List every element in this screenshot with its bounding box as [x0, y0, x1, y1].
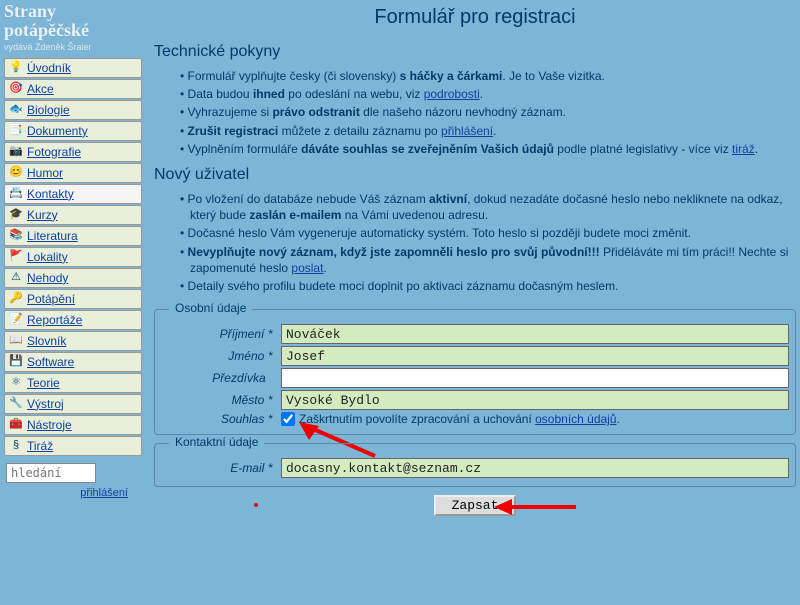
sidebar-item-label[interactable]: Slovník	[27, 334, 66, 348]
firstname-input[interactable]	[281, 346, 789, 366]
nav-icon: §	[9, 439, 23, 452]
link-osobni-udaje[interactable]: osobních údajů	[535, 412, 616, 426]
nav-icon: 📖	[9, 334, 23, 347]
sidebar-item-potápění[interactable]: 🔑 Potápění	[4, 289, 142, 309]
link-prihlaseni[interactable]: přihlášení	[441, 124, 493, 138]
link-podrobnosti[interactable]: podrobosti	[424, 87, 480, 101]
nav-icon: 📑	[9, 124, 23, 137]
nav-list: 💡 Úvodník 🎯 Akce 🐟 Biologie 📑 Dokumenty 📷 Fotogra…	[4, 58, 142, 456]
site-subtitle: vydává Zdeněk Šraier	[4, 42, 142, 52]
sidebar-item-biologie[interactable]: 🐟 Biologie	[4, 100, 142, 120]
nickname-input[interactable]	[281, 368, 789, 388]
sidebar-item-humor[interactable]: 😊 Humor	[4, 163, 142, 183]
sidebar-item-label[interactable]: Kontakty	[27, 187, 74, 201]
sidebar-item-software[interactable]: 💾 Software	[4, 352, 142, 372]
sidebar: Strany potápěčské vydává Zdeněk Šraier 💡…	[0, 0, 142, 518]
sidebar-item-akce[interactable]: 🎯 Akce	[4, 79, 142, 99]
email-input[interactable]	[281, 458, 789, 478]
email-label: E-mail*	[161, 461, 281, 475]
nav-icon: 📇	[9, 187, 23, 200]
tech-heading: Technické pokyny	[154, 43, 796, 61]
nav-icon: 🐟	[9, 103, 23, 116]
consent-checkbox[interactable]	[281, 412, 295, 426]
sidebar-item-literatura[interactable]: 📚 Literatura	[4, 226, 142, 246]
sidebar-item-label[interactable]: Fotografie	[27, 145, 81, 159]
sidebar-item-label[interactable]: Software	[27, 355, 74, 369]
newuser-heading: Nový uživatel	[154, 166, 796, 184]
sidebar-item-label[interactable]: Nástroje	[27, 418, 72, 432]
sidebar-item-label[interactable]: Akce	[27, 82, 54, 96]
nav-icon: 📷	[9, 145, 23, 158]
contact-legend: Kontaktní údaje	[169, 435, 264, 449]
nav-icon: 📚	[9, 229, 23, 242]
contact-fieldset: Kontaktní údaje E-mail*	[154, 443, 796, 487]
nav-icon: 🧰	[9, 418, 23, 431]
sidebar-item-reportáže[interactable]: 📝 Reportáže	[4, 310, 142, 330]
nav-icon: 🔑	[9, 292, 23, 305]
sidebar-item-nástroje[interactable]: 🧰 Nástroje	[4, 415, 142, 435]
link-tiraz[interactable]: tiráž	[732, 142, 755, 156]
search-input[interactable]	[6, 463, 96, 483]
firstname-label: Jméno*	[161, 349, 281, 363]
consent-label: Souhlas*	[161, 412, 281, 426]
nav-icon: 🎯	[9, 82, 23, 95]
nav-icon: 💾	[9, 355, 23, 368]
sidebar-item-label[interactable]: Reportáže	[27, 313, 82, 327]
personal-legend: Osobní údaje	[169, 301, 252, 315]
consent-text: Zaškrtnutím povolíte zpracování a uchová…	[299, 412, 620, 426]
sidebar-item-slovník[interactable]: 📖 Slovník	[4, 331, 142, 351]
sidebar-item-label[interactable]: Kurzy	[27, 208, 58, 222]
sidebar-item-fotografie[interactable]: 📷 Fotografie	[4, 142, 142, 162]
sidebar-item-label[interactable]: Potápění	[27, 292, 75, 306]
nav-icon: 🎓	[9, 208, 23, 221]
sidebar-item-label[interactable]: Úvodník	[27, 61, 71, 75]
nav-icon: ⚠	[9, 271, 23, 284]
sidebar-item-label[interactable]: Dokumenty	[27, 124, 88, 138]
sidebar-item-kurzy[interactable]: 🎓 Kurzy	[4, 205, 142, 225]
sidebar-item-dokumenty[interactable]: 📑 Dokumenty	[4, 121, 142, 141]
sidebar-item-nehody[interactable]: ⚠ Nehody	[4, 268, 142, 288]
sidebar-item-label[interactable]: Lokality	[27, 250, 68, 264]
sidebar-item-label[interactable]: Tiráž	[27, 439, 53, 453]
sidebar-item-teorie[interactable]: ⚛ Teorie	[4, 373, 142, 393]
tech-list: Formulář vyplňujte česky (či slovensky) …	[154, 67, 796, 158]
city-label: Město*	[161, 393, 281, 407]
sidebar-item-label[interactable]: Výstroj	[27, 397, 64, 411]
nav-icon: ⚛	[9, 376, 23, 389]
sidebar-item-tiráž[interactable]: § Tiráž	[4, 436, 142, 456]
sidebar-item-label[interactable]: Humor	[27, 166, 63, 180]
page-title: Formulář pro registraci	[154, 6, 796, 29]
nav-icon: 🚩	[9, 250, 23, 263]
nav-icon: 💡	[9, 61, 23, 74]
sidebar-item-label[interactable]: Nehody	[27, 271, 68, 285]
surname-input[interactable]	[281, 324, 789, 344]
sidebar-item-kontakty[interactable]: 📇 Kontakty	[4, 184, 142, 204]
submit-button[interactable]: Zapsat	[434, 495, 517, 516]
main-content: Formulář pro registraci Technické pokyny…	[142, 0, 800, 518]
annotation-dot-icon	[254, 503, 258, 507]
sidebar-item-úvodník[interactable]: 💡 Úvodník	[4, 58, 142, 78]
nav-icon: 📝	[9, 313, 23, 326]
sidebar-item-label[interactable]: Teorie	[27, 376, 60, 390]
sidebar-item-label[interactable]: Biologie	[27, 103, 70, 117]
newuser-list: Po vložení do databáze nebude Váš záznam…	[154, 190, 796, 295]
nickname-label: Přezdívka	[161, 371, 281, 385]
surname-label: Příjmení*	[161, 327, 281, 341]
nav-icon: 🔧	[9, 397, 23, 410]
personal-fieldset: Osobní údaje Příjmení* Jméno* Přezdívka …	[154, 309, 796, 435]
sidebar-item-výstroj[interactable]: 🔧 Výstroj	[4, 394, 142, 414]
site-title: Strany potápěčské	[4, 2, 142, 40]
city-input[interactable]	[281, 390, 789, 410]
link-poslat[interactable]: poslat	[291, 261, 323, 275]
nav-icon: 😊	[9, 166, 23, 179]
sidebar-item-label[interactable]: Literatura	[27, 229, 78, 243]
sidebar-item-lokality[interactable]: 🚩 Lokality	[4, 247, 142, 267]
login-link[interactable]: přihlášení	[4, 487, 142, 499]
